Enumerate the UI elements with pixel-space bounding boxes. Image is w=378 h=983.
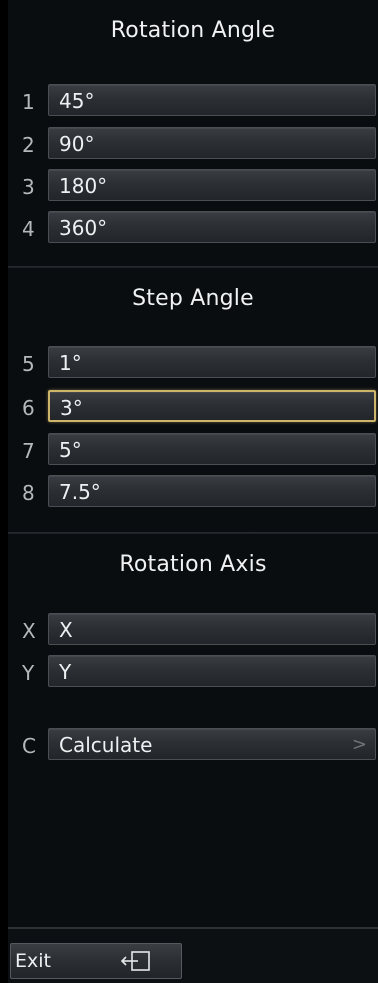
row-key: Y <box>22 661 35 685</box>
rotation-angle-360-button[interactable]: 360° <box>48 211 376 243</box>
chevron-right-icon: > <box>351 734 367 755</box>
row-key: 8 <box>22 481 35 505</box>
row-key: 3 <box>22 175 35 199</box>
rotation-axis-x-button[interactable]: X <box>48 613 376 645</box>
rotation-angle-180-button[interactable]: 180° <box>48 169 376 201</box>
row-key: 1 <box>22 90 35 114</box>
rotation-angle-item-2: 2 90° <box>8 127 378 161</box>
row-key: 4 <box>22 217 35 241</box>
button-label: 180° <box>59 174 108 198</box>
section-divider <box>8 266 378 268</box>
row-key: X <box>22 619 36 643</box>
rotation-angle-title: Rotation Angle <box>110 18 276 43</box>
rotation-angle-90-button[interactable]: 90° <box>48 127 376 159</box>
calculate-item: C Calculate > <box>8 728 378 762</box>
section-divider <box>8 532 378 534</box>
step-angle-title: Step Angle <box>132 286 254 311</box>
rotation-angle-item-1: 1 45° <box>8 84 378 118</box>
footer-bar: Exit <box>8 927 378 983</box>
step-angle-3-button[interactable]: 3° <box>48 390 376 422</box>
step-angle-1-button[interactable]: 1° <box>48 346 376 378</box>
rotation-angle-item-4: 4 360° <box>8 211 378 245</box>
step-angle-item-7: 7 5° <box>8 433 378 467</box>
step-angle-7-5-button[interactable]: 7.5° <box>48 475 376 507</box>
step-angle-item-5: 5 1° <box>8 346 378 380</box>
button-label: 3° <box>60 396 83 420</box>
rotation-axis-item-y: Y Y <box>8 655 378 689</box>
row-key: 5 <box>22 352 35 376</box>
button-label: 5° <box>59 438 82 462</box>
button-label: 45° <box>59 89 95 113</box>
exit-button[interactable]: Exit <box>10 943 182 979</box>
rotation-axis-item-x: X X <box>8 613 378 647</box>
row-key: 2 <box>22 133 35 157</box>
step-angle-5-button[interactable]: 5° <box>48 433 376 465</box>
button-label: 90° <box>59 132 95 156</box>
left-edge-strip <box>0 0 8 983</box>
rotation-axis-title: Rotation Axis <box>119 552 267 577</box>
button-label: Calculate <box>59 733 153 757</box>
rotation-axis-y-button[interactable]: Y <box>48 655 376 687</box>
step-angle-item-8: 8 7.5° <box>8 475 378 509</box>
calculate-button[interactable]: Calculate > <box>48 728 376 760</box>
button-label: 7.5° <box>59 480 101 504</box>
button-label: 360° <box>59 216 108 240</box>
row-key: 6 <box>22 396 35 420</box>
rotation-angle-45-button[interactable]: 45° <box>48 84 376 116</box>
rotation-angle-item-3: 3 180° <box>8 169 378 203</box>
rotation-menu-screen: Rotation Angle 1 45° 2 90° 3 180° 4 360° <box>0 0 378 983</box>
exit-label: Exit <box>15 950 51 972</box>
step-angle-item-6: 6 3° <box>8 390 378 424</box>
menu-panel: Rotation Angle 1 45° 2 90° 3 180° 4 360° <box>8 0 378 983</box>
button-label: Y <box>59 660 72 684</box>
row-key: C <box>22 734 36 758</box>
row-key: 7 <box>22 439 35 463</box>
button-label: X <box>59 618 73 642</box>
exit-door-icon <box>120 951 150 971</box>
button-label: 1° <box>59 351 82 375</box>
